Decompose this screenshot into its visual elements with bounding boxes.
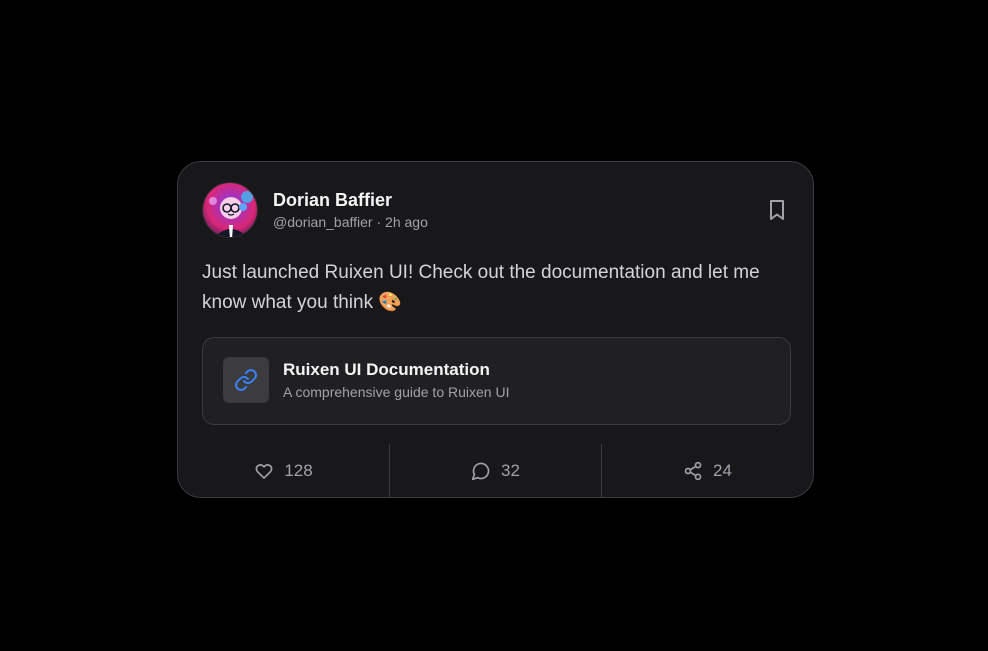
post-time: 2h ago — [385, 214, 428, 230]
like-count: 128 — [284, 461, 313, 480]
share-count: 24 — [713, 461, 732, 480]
post-actions: 128 32 24 — [178, 444, 813, 498]
share-button[interactable]: 24 — [601, 444, 813, 498]
comment-icon — [471, 462, 490, 481]
post-card: Dorian Baffier @dorian_baffier · 2h ago … — [177, 161, 814, 498]
post-header: Dorian Baffier @dorian_baffier · 2h ago — [202, 182, 789, 238]
link-preview-card[interactable]: Ruixen UI Documentation A comprehensive … — [202, 337, 791, 425]
meta-separator: · — [376, 214, 382, 230]
author-meta: @dorian_baffier · 2h ago — [273, 214, 428, 230]
author-name[interactable]: Dorian Baffier — [273, 190, 392, 211]
like-button[interactable]: 128 — [178, 444, 389, 498]
heart-icon — [255, 464, 273, 479]
comment-button[interactable]: 32 — [389, 444, 601, 498]
avatar[interactable] — [202, 182, 258, 238]
link-icon — [235, 369, 257, 391]
comment-count: 32 — [501, 461, 520, 480]
share-icon — [684, 461, 702, 481]
bookmark-button[interactable] — [765, 198, 789, 222]
bookmark-icon — [770, 200, 784, 220]
post-text: Just launched Ruixen UI! Check out the d… — [202, 262, 760, 313]
link-icon-container — [223, 357, 269, 403]
author-handle[interactable]: @dorian_baffier — [273, 214, 373, 230]
link-description: A comprehensive guide to Ruixen UI — [283, 384, 510, 400]
link-title: Ruixen UI Documentation — [283, 360, 490, 379]
